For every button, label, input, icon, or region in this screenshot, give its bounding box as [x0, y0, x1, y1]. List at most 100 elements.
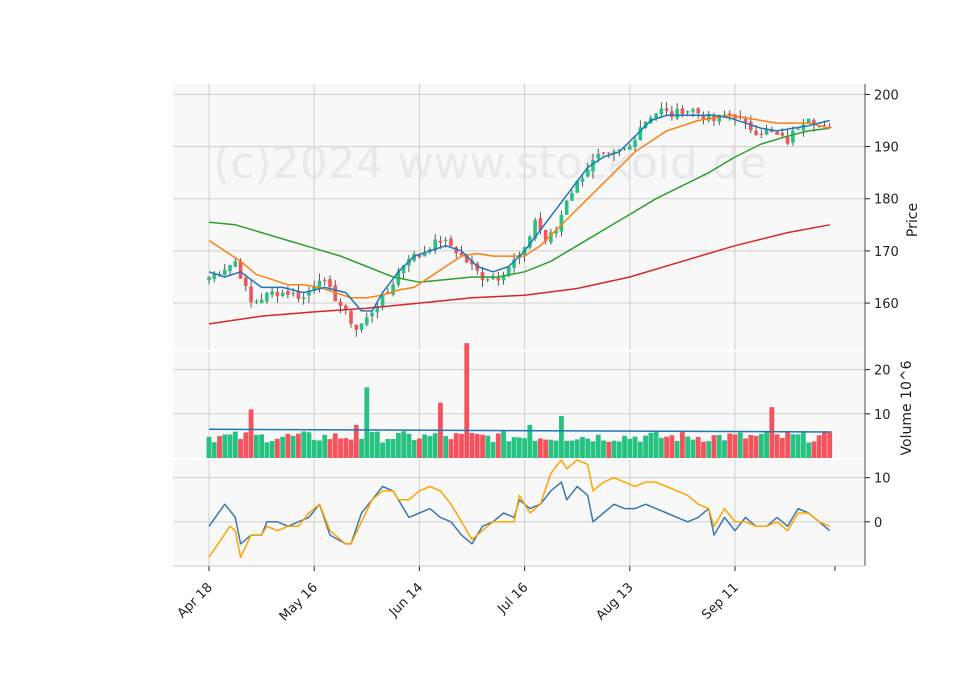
osc-y-tick-label: 10: [874, 472, 891, 487]
volume-bar: [443, 436, 449, 458]
volume-bar: [616, 441, 622, 458]
volume-bar: [632, 436, 638, 458]
price-panel-bg: [173, 84, 865, 350]
candle-body: [606, 152, 611, 154]
volume-bar: [464, 343, 470, 458]
volume-bar: [816, 435, 822, 458]
price-y-tick-label: 170: [874, 245, 899, 260]
volume-bar: [543, 439, 549, 458]
volume-bar: [753, 435, 759, 458]
volume-bar: [359, 438, 364, 458]
candle-body: [370, 312, 374, 317]
volume-bar: [722, 440, 727, 458]
volume-bar: [716, 435, 722, 458]
candle-body: [480, 272, 485, 281]
candle-body: [265, 292, 269, 302]
candle-body: [633, 140, 637, 148]
volume-bar: [417, 438, 422, 458]
volume-bar: [390, 438, 396, 458]
volume-bar: [369, 431, 375, 458]
volume-bar: [527, 424, 533, 458]
candle-body: [207, 277, 211, 281]
x-tick-label: Apr 18: [175, 580, 216, 621]
candle-body: [275, 291, 280, 297]
x-tick-label: May 16: [277, 580, 321, 624]
candle-body: [222, 269, 227, 275]
volume-bar: [627, 438, 633, 458]
volume-bar: [301, 431, 307, 458]
price-y-tick-label: 190: [874, 141, 899, 156]
x-tick-label: Jun 14: [386, 580, 426, 620]
candle-body: [596, 154, 601, 159]
volume-bar: [290, 435, 296, 458]
candle-body: [791, 130, 795, 143]
volume-bar: [322, 434, 328, 458]
volume-bar: [480, 434, 485, 458]
candle-body: [270, 291, 274, 295]
volume-bar: [448, 439, 454, 458]
candle-body: [244, 277, 248, 286]
candle-body: [438, 240, 443, 243]
volume-bar: [422, 434, 428, 458]
volume-bar: [743, 438, 748, 458]
volume-bar: [243, 432, 249, 458]
volume-bar: [227, 434, 233, 458]
volume-bar: [685, 436, 691, 458]
volume-bar: [274, 438, 280, 458]
volume-bar: [364, 387, 370, 458]
candle-body: [775, 131, 779, 135]
candle-body: [585, 169, 590, 177]
volume-bar: [474, 433, 480, 458]
oscillator-panel-bg: [173, 460, 865, 566]
candle-body: [564, 200, 569, 215]
volume-bar: [506, 441, 512, 458]
volume-bar: [532, 440, 538, 458]
volume-bar: [680, 432, 685, 458]
candle-body: [670, 111, 674, 118]
volume-bar: [548, 439, 554, 458]
volume-bar: [432, 433, 438, 458]
volume-bar: [822, 431, 827, 458]
volume-bar: [648, 432, 654, 458]
volume-bar: [748, 434, 754, 458]
candle-body: [759, 133, 764, 135]
volume-bar: [522, 438, 527, 458]
volume-bar: [264, 442, 270, 458]
volume-bar: [701, 441, 706, 458]
volume-bar: [785, 432, 790, 458]
volume-bar: [427, 436, 433, 458]
candle-body: [280, 292, 285, 297]
volume-bar: [695, 436, 701, 458]
x-tick-label: Aug 13: [593, 580, 636, 623]
volume-bar: [574, 439, 580, 458]
candle-body: [286, 290, 290, 295]
candle-body: [496, 277, 501, 281]
candle-body: [743, 118, 748, 123]
candle-body: [485, 279, 490, 281]
volume-bar: [795, 434, 801, 458]
volume-bar: [580, 436, 585, 458]
volume-bar: [232, 431, 238, 458]
volume-bar: [459, 433, 464, 458]
volume-bar: [211, 442, 217, 458]
price-axis-label: Price: [905, 203, 921, 237]
candle-body: [233, 261, 238, 267]
x-tick-label: Sep 11: [699, 580, 742, 623]
candle-body: [685, 111, 690, 113]
price-y-tick-label: 160: [874, 297, 899, 312]
volume-bar: [280, 436, 286, 458]
volume-bar: [516, 437, 522, 458]
candle-body: [691, 109, 695, 112]
volume-bar: [490, 442, 496, 458]
candle-body: [228, 264, 232, 272]
candle-body: [365, 317, 369, 325]
volume-bar: [453, 433, 459, 458]
volume-bar: [653, 431, 659, 458]
volume-bar: [711, 435, 717, 458]
volume-bar: [643, 435, 648, 458]
volume-bar: [764, 432, 769, 458]
volume-bar: [564, 440, 570, 458]
volume-bar: [727, 433, 733, 458]
candle-body: [259, 299, 264, 303]
volume-bar: [311, 439, 317, 458]
